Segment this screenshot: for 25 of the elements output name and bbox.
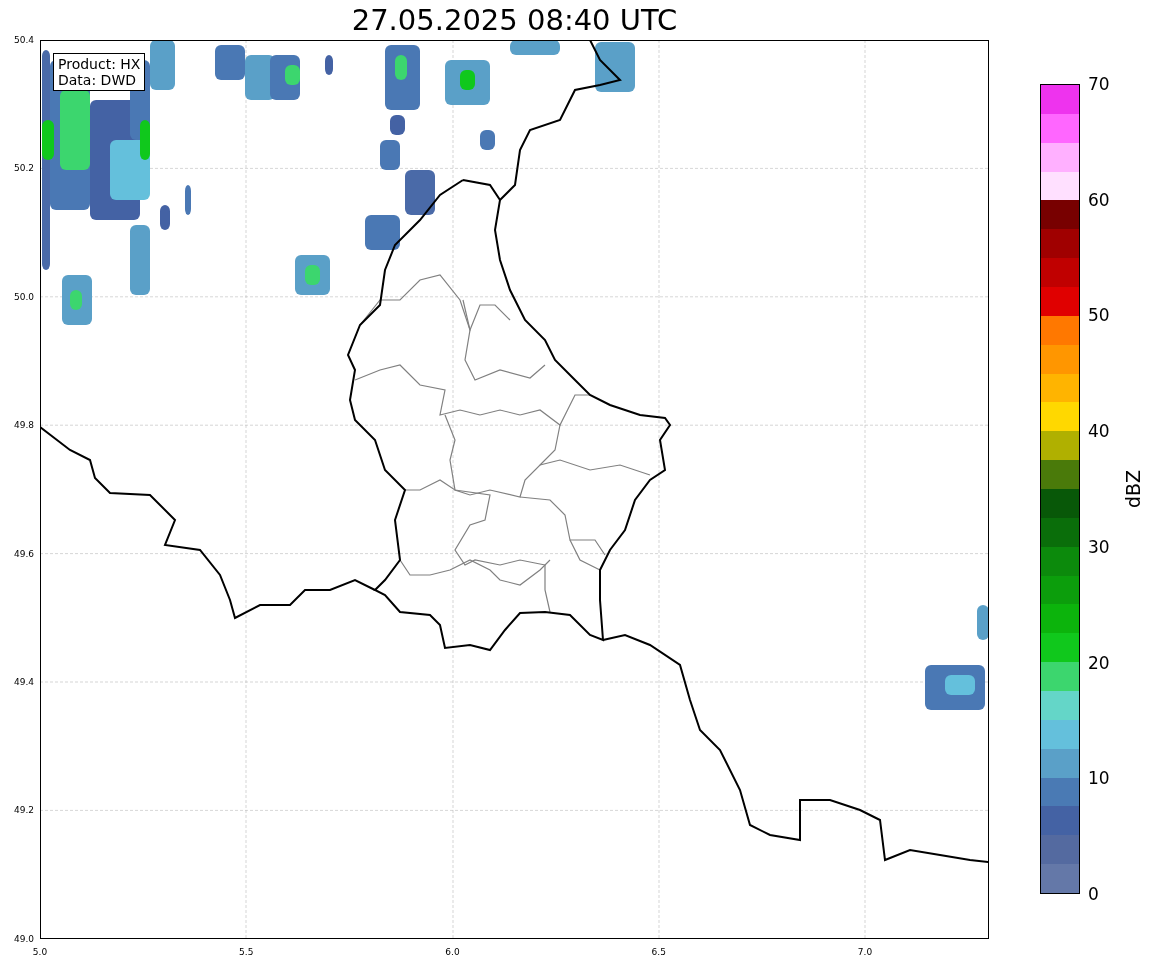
longitude-tick-label: 5.0 xyxy=(32,947,48,957)
longitude-tick-label: 6.0 xyxy=(445,947,460,957)
scale-label: dBZ xyxy=(1121,469,1144,509)
latitude-tick-label: 49.8 xyxy=(13,420,34,431)
longitude-tick-label: 5.5 xyxy=(239,947,254,957)
latitude-tick-label: 49.4 xyxy=(13,677,34,687)
scale-tick-label: 50 xyxy=(1087,305,1110,326)
scale-tick-label: 20 xyxy=(1087,652,1110,673)
scale-tick-label: 40 xyxy=(1087,421,1110,442)
scale-tick-label: 60 xyxy=(1087,189,1110,210)
longitude-tick-label: 7.0 xyxy=(857,947,873,957)
latitude-tick-label: 50.0 xyxy=(13,291,34,302)
latitude-tick-label: 49.2 xyxy=(13,805,34,816)
chart-title: 27.05.2025 08:40 UTC xyxy=(351,5,678,35)
scale-tick-label: 30 xyxy=(1087,536,1110,557)
latitude-tick-label: 49.0 xyxy=(13,933,34,944)
latitude-tick-label: 50.2 xyxy=(13,163,34,174)
scale-tick-label: 10 xyxy=(1087,768,1110,789)
latitude-tick-label: 49.6 xyxy=(13,548,34,559)
info-text: Product: HX xyxy=(58,56,141,72)
latitude-tick-label: 50.4 xyxy=(13,35,34,45)
longitude-tick-label: 6.5 xyxy=(651,947,666,957)
scale-tick-label: 70 xyxy=(1087,74,1110,94)
info-text: Data: DWD xyxy=(58,72,137,88)
scale-tick-label: 0 xyxy=(1087,884,1099,904)
